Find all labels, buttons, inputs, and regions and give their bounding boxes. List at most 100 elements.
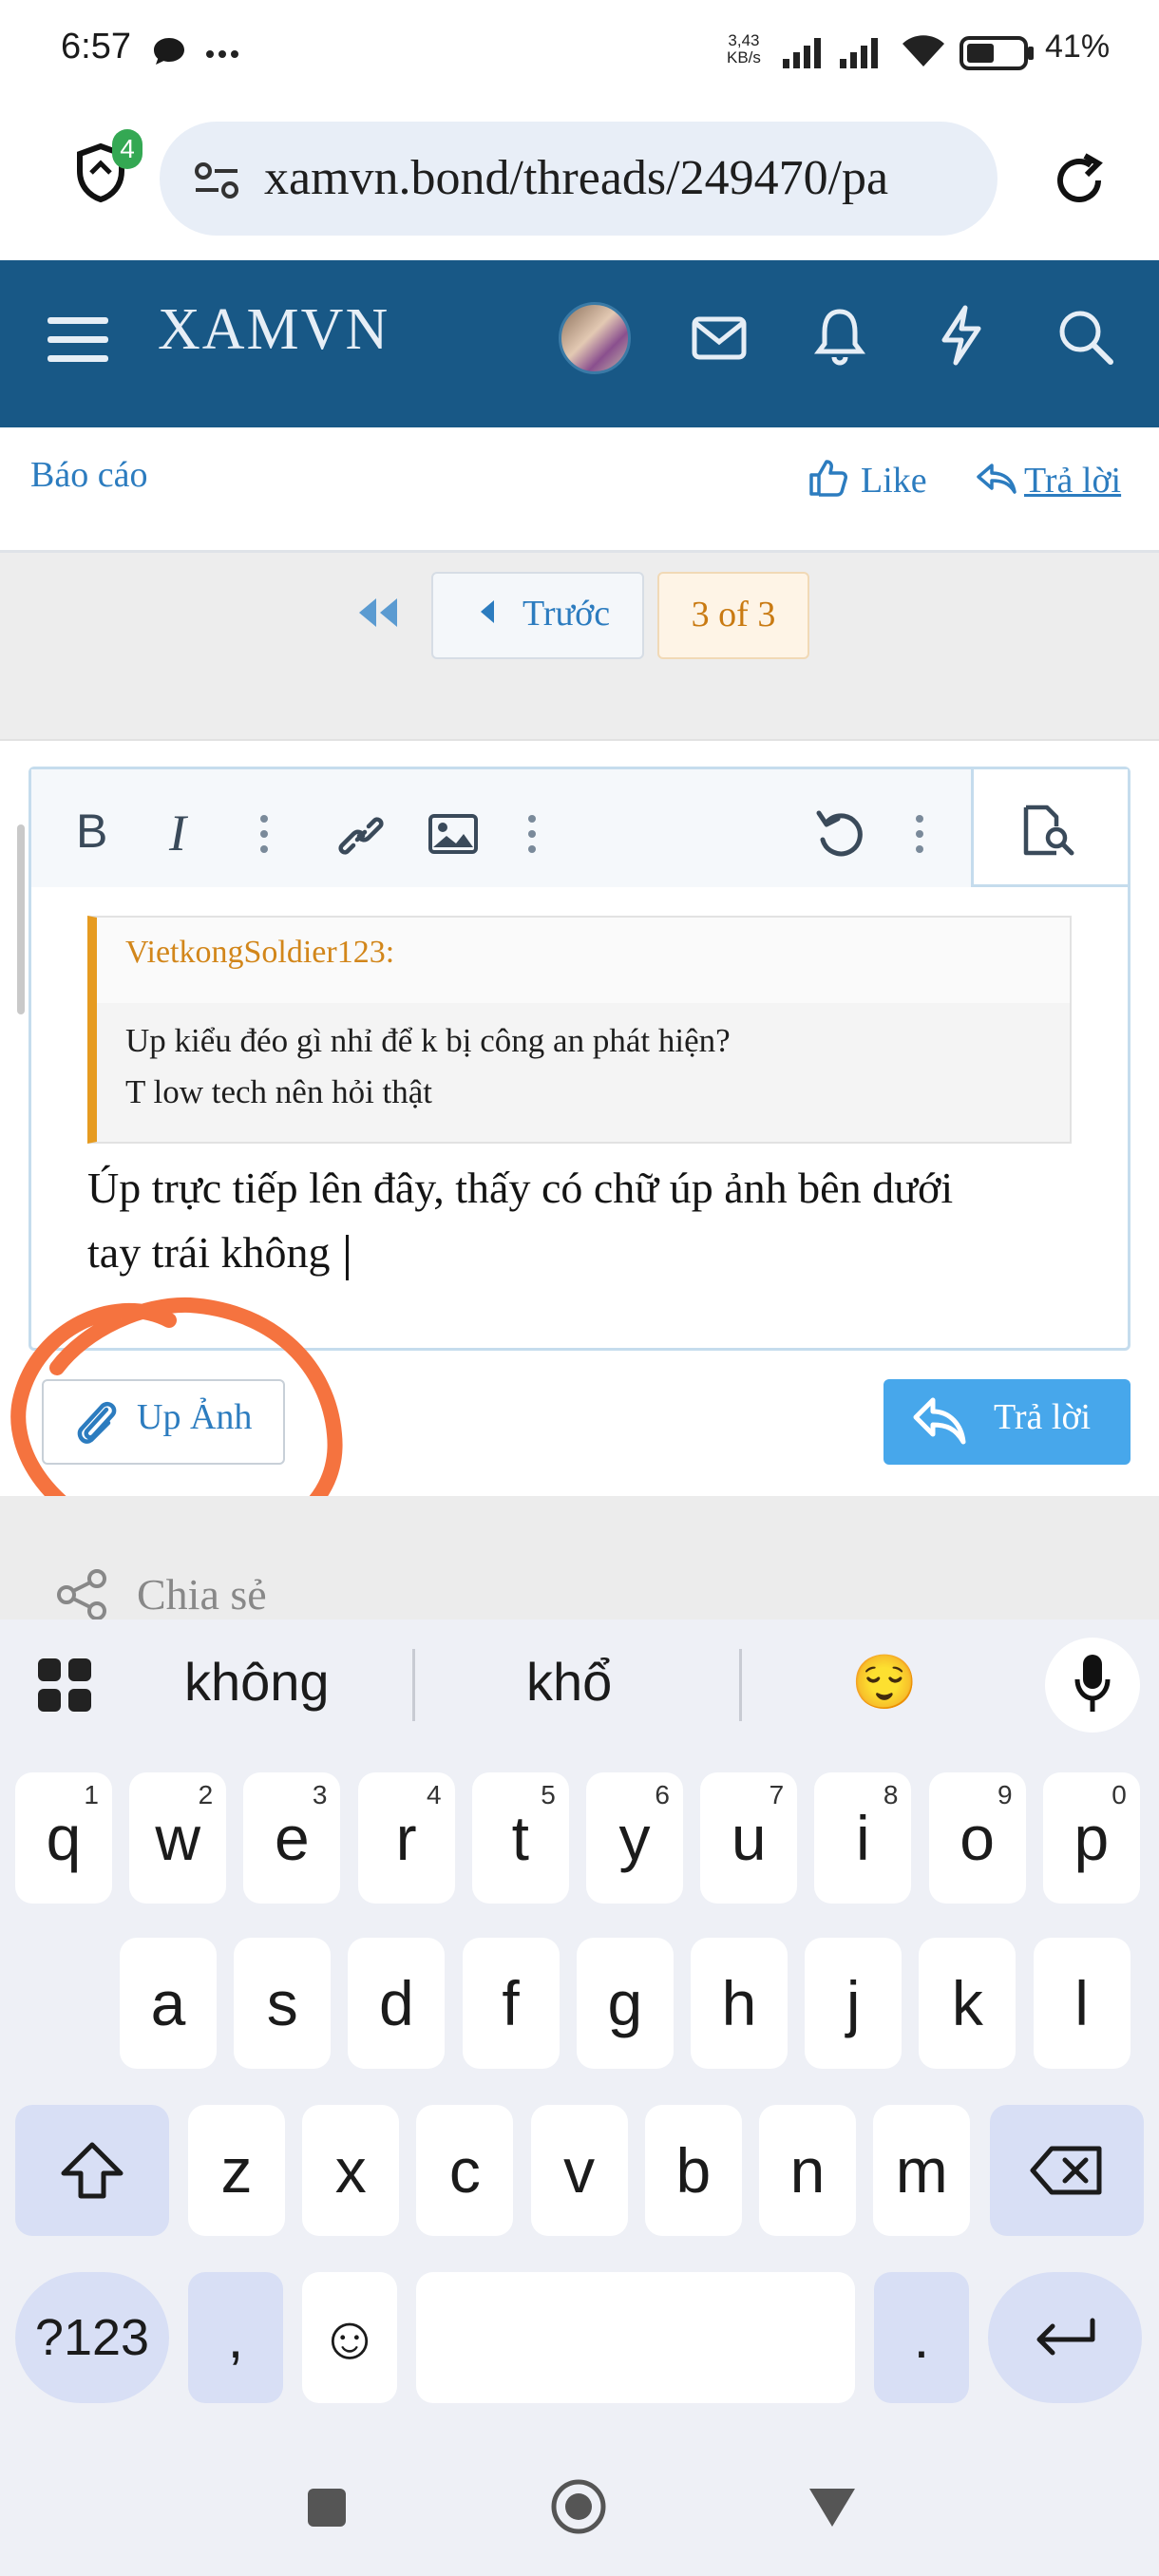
net-speed: 3,43 KB/s [727, 32, 761, 66]
reply-arrow-icon[interactable] [975, 462, 1016, 496]
key-number-hint: 2 [198, 1780, 214, 1809]
image-icon[interactable] [428, 813, 479, 855]
key-number-hint: 9 [998, 1780, 1013, 1809]
message-line[interactable]: Úp trực tiếp lên đây, thấy có chữ úp ảnh… [87, 1163, 953, 1213]
enter-key[interactable] [988, 2272, 1142, 2403]
bell-icon[interactable] [813, 306, 866, 367]
key-label: l [1074, 1968, 1089, 2038]
link-icon[interactable] [334, 809, 388, 862]
key-label: m [895, 2135, 948, 2206]
key-label: q [46, 1803, 82, 1873]
suggestion[interactable]: khổ [526, 1651, 612, 1713]
key-j[interactable]: j [805, 1938, 902, 2069]
shift-key[interactable] [15, 2105, 169, 2236]
net-speed-unit: KB/s [727, 48, 761, 66]
more-format-icon[interactable] [258, 813, 270, 855]
key-a[interactable]: a [120, 1938, 217, 2069]
key-v[interactable]: v [530, 2105, 628, 2236]
key-b[interactable]: b [644, 2105, 742, 2236]
first-page-icon[interactable] [355, 595, 401, 631]
thumbs-up-icon[interactable] [808, 458, 847, 498]
reply-link[interactable]: Trả lời [1024, 460, 1121, 502]
more-notifications-icon [205, 49, 239, 59]
home-icon[interactable] [549, 2477, 608, 2536]
key-q[interactable]: q1 [15, 1772, 112, 1904]
recents-icon[interactable] [306, 2487, 348, 2529]
search-icon[interactable] [1056, 308, 1115, 367]
key-f[interactable]: f [462, 1938, 560, 2069]
site-title[interactable]: XAMVN [158, 296, 390, 364]
key-z[interactable]: z [188, 2105, 285, 2236]
editor-toolbar [31, 769, 1128, 887]
chat-bubble-icon [152, 36, 186, 66]
key-e[interactable]: e3 [243, 1772, 341, 1904]
suggestion[interactable]: không [184, 1651, 330, 1713]
space-key[interactable] [416, 2272, 855, 2403]
more-insert-icon[interactable] [526, 813, 538, 855]
key-label: r [395, 1803, 417, 1873]
comma-key[interactable]: , [188, 2272, 283, 2403]
key-label: x [334, 2135, 367, 2206]
scroll-indicator [17, 824, 25, 1014]
suggestion-divider [739, 1649, 742, 1721]
key-y[interactable]: y6 [586, 1772, 683, 1904]
key-label: h [721, 1968, 757, 2038]
quote-author[interactable]: VietkongSoldier123: [125, 935, 394, 971]
bold-icon[interactable]: B [76, 804, 107, 859]
backspace-key[interactable] [990, 2105, 1144, 2236]
like-link[interactable]: Like [861, 460, 927, 502]
message-line[interactable]: tay trái không [87, 1227, 331, 1278]
reply-arrow-icon [912, 1396, 967, 1446]
share-label[interactable]: Chia sẻ [137, 1569, 267, 1619]
undo-icon[interactable] [813, 807, 866, 861]
key-label: k [951, 1968, 983, 2038]
key-u[interactable]: u7 [700, 1772, 798, 1904]
reload-icon[interactable] [1049, 150, 1110, 211]
menu-icon[interactable] [46, 313, 110, 367]
avatar[interactable] [559, 302, 631, 374]
submit-reply-label: Trả lời [994, 1397, 1092, 1437]
key-label: n [789, 2135, 826, 2206]
suggestion-divider [412, 1649, 415, 1721]
key-o[interactable]: o9 [928, 1772, 1026, 1904]
back-icon[interactable] [808, 2487, 857, 2529]
key-p[interactable]: p0 [1042, 1772, 1140, 1904]
battery-icon [960, 34, 1036, 72]
key-label: d [379, 1968, 414, 2038]
key-r[interactable]: r4 [357, 1772, 455, 1904]
caret-left-icon [479, 598, 496, 625]
text-cursor [346, 1235, 349, 1280]
site-settings-icon[interactable] [194, 161, 239, 199]
key-number-hint: 0 [1112, 1780, 1127, 1809]
key-n[interactable]: n [759, 2105, 856, 2236]
url-text[interactable]: xamvn.bond/threads/249470/pa [264, 142, 978, 218]
key-x[interactable]: x [302, 2105, 400, 2236]
key-i[interactable]: i8 [814, 1772, 912, 1904]
emoji-key[interactable]: ☺ [302, 2272, 397, 2403]
key-m[interactable]: m [873, 2105, 971, 2236]
key-l[interactable]: l [1033, 1938, 1130, 2069]
period-key[interactable]: . [874, 2272, 969, 2403]
key-c[interactable]: c [416, 2105, 514, 2236]
symbols-key[interactable]: ?123 [15, 2272, 169, 2403]
report-link[interactable]: Báo cáo [30, 454, 147, 496]
key-k[interactable]: k [919, 1938, 1016, 2069]
key-t[interactable]: t5 [471, 1772, 569, 1904]
suggestion-emoji[interactable]: 😌 [851, 1651, 918, 1714]
quote-line: Up kiểu đéo gì nhỉ để k bị công an phát … [125, 1022, 731, 1059]
key-number-hint: 8 [883, 1780, 899, 1809]
share-icon[interactable] [55, 1567, 110, 1622]
key-label: z [220, 2135, 253, 2206]
net-speed-value: 3,43 [728, 31, 760, 49]
key-g[interactable]: g [576, 1938, 674, 2069]
lightning-icon[interactable] [937, 304, 984, 367]
mail-icon[interactable] [692, 313, 747, 363]
italic-icon[interactable]: I [169, 804, 186, 862]
key-h[interactable]: h [691, 1938, 788, 2069]
key-d[interactable]: d [348, 1938, 446, 2069]
key-w[interactable]: w2 [129, 1772, 227, 1904]
more-options-icon[interactable] [914, 813, 925, 855]
key-s[interactable]: s [234, 1938, 332, 2069]
key-label: o [960, 1803, 995, 1873]
apps-grid-icon[interactable] [36, 1657, 93, 1714]
